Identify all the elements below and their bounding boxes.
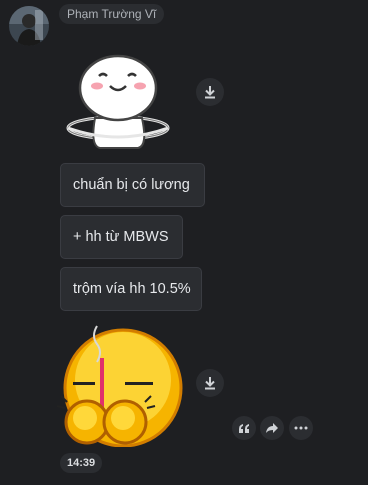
download-button[interactable] bbox=[196, 369, 224, 397]
message-bubble[interactable]: chuẩn bị có lương bbox=[60, 163, 205, 207]
message-timestamp: 14:39 bbox=[60, 453, 103, 473]
sticker-message[interactable] bbox=[60, 46, 190, 156]
more-icon bbox=[294, 426, 308, 430]
quote-icon bbox=[239, 424, 249, 433]
download-button[interactable] bbox=[196, 78, 224, 106]
incense-praying-emoji-sticker-icon bbox=[56, 325, 183, 448]
more-button[interactable] bbox=[289, 416, 313, 440]
sender-avatar[interactable] bbox=[9, 6, 49, 46]
message-bubble[interactable]: trộm vía hh 10.5% bbox=[60, 267, 202, 311]
forward-icon bbox=[266, 423, 278, 433]
sender-name[interactable]: Phạm Trường Vĩ bbox=[59, 4, 165, 24]
avatar-photo-icon bbox=[9, 6, 49, 46]
sticker-message[interactable] bbox=[55, 322, 195, 448]
message-bubble[interactable]: + hh từ MBWS bbox=[60, 215, 183, 259]
download-icon bbox=[205, 377, 215, 390]
hula-hoop-bun-sticker-icon bbox=[66, 54, 170, 149]
quote-button[interactable] bbox=[232, 416, 256, 440]
forward-button[interactable] bbox=[260, 416, 284, 440]
download-icon bbox=[205, 86, 215, 99]
